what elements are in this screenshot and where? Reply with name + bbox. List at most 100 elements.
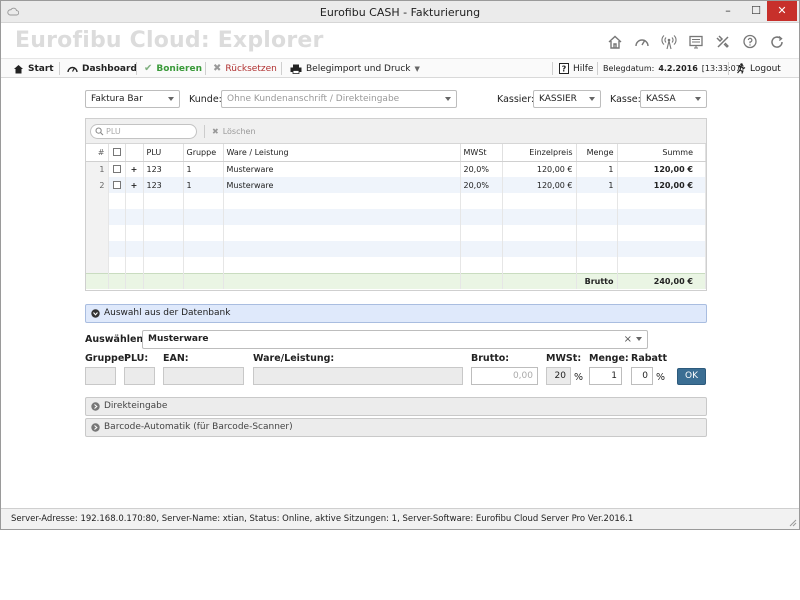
app-window: Eurofibu CASH - Fakturierung – ☐ ✕ Eurof…: [0, 0, 800, 530]
cell-plu[interactable]: 123: [143, 161, 184, 177]
help-bubble-icon[interactable]: [740, 32, 760, 52]
empty-row: [86, 193, 706, 209]
toolbar-divider: [728, 62, 729, 75]
loeschen-button[interactable]: ✖ Löschen: [212, 127, 256, 136]
cell-ware[interactable]: Musterware: [223, 161, 461, 177]
col-number: #: [86, 144, 109, 162]
tools-icon[interactable]: [713, 32, 733, 52]
plu-search-placeholder: PLU: [106, 127, 121, 136]
clear-x-icon[interactable]: ×: [624, 332, 632, 348]
gruppe-field: [85, 367, 116, 385]
row-checkbox-cell[interactable]: [108, 177, 126, 193]
cell-plu[interactable]: 123: [143, 177, 184, 193]
cell-summe: 120,00 €: [617, 161, 706, 177]
cell-ware[interactable]: Musterware: [223, 177, 461, 193]
col-ware[interactable]: Ware / Leistung: [223, 144, 461, 162]
empty-row: [86, 241, 706, 257]
brutto-label: Brutto: [576, 272, 618, 289]
maximize-button[interactable]: ☐: [743, 1, 769, 21]
ruecksetzen-button[interactable]: ✖ Rücksetzen: [213, 59, 277, 78]
ware-label: Ware/Leistung:: [253, 353, 335, 364]
row-checkbox-cell[interactable]: [108, 161, 126, 177]
monitor-icon[interactable]: [686, 32, 706, 52]
table-row[interactable]: 1 + 123 1 Musterware 20,0% 120,00 € 1 12…: [86, 161, 706, 177]
app-header: Eurofibu Cloud: Explorer: [1, 24, 799, 58]
chevron-down-icon: ▼: [414, 64, 420, 73]
bonieren-label: Bonieren: [156, 63, 202, 74]
col-expand: [125, 144, 144, 162]
belegimport-dropdown[interactable]: Belegimport und Druck ▼: [290, 59, 420, 78]
col-select-all[interactable]: [108, 144, 126, 162]
expand-circle-icon: [91, 423, 100, 432]
cell-mwst[interactable]: 20,0%: [460, 177, 503, 193]
kassier-label: Kassier:: [497, 94, 535, 105]
plu-search-input[interactable]: PLU: [90, 124, 197, 139]
cross-icon: ✖: [213, 63, 222, 74]
resize-grip-icon[interactable]: [787, 517, 797, 527]
menge-input[interactable]: 1: [589, 367, 622, 385]
kasse-select[interactable]: KASSA: [640, 90, 707, 108]
minimize-button[interactable]: –: [715, 1, 741, 21]
checkbox[interactable]: [112, 165, 121, 174]
cell-gruppe[interactable]: 1: [183, 161, 224, 177]
hilfe-button[interactable]: ? Hilfe: [559, 59, 593, 78]
home-icon[interactable]: [605, 32, 625, 52]
col-einzelpreis[interactable]: Einzelpreis: [502, 144, 577, 162]
ok-button[interactable]: OK: [677, 368, 706, 385]
barcode-panel-header[interactable]: Barcode-Automatik (für Barcode-Scanner): [85, 418, 707, 437]
mwst-field: 20: [546, 367, 571, 385]
chevron-down-icon: [445, 97, 451, 101]
broadcast-icon[interactable]: [659, 32, 679, 52]
col-summe[interactable]: Summe: [617, 144, 706, 162]
direkteingabe-panel-header[interactable]: Direkteingabe: [85, 397, 707, 416]
cell-gruppe[interactable]: 1: [183, 177, 224, 193]
toolbar-divider: [136, 62, 137, 75]
auswaehlen-label: Auswählen:: [85, 334, 147, 345]
kunde-label: Kunde:: [189, 94, 222, 105]
close-button[interactable]: ✕: [767, 1, 797, 21]
mwst-percent: %: [574, 372, 584, 383]
col-menge[interactable]: Menge: [576, 144, 618, 162]
belegdatum-date: 4.2.2016: [658, 64, 698, 73]
chevron-down-icon: [695, 97, 701, 101]
auswaehlen-value: Musterware: [148, 334, 209, 344]
chevron-down-icon: [636, 337, 642, 341]
status-text: Server-Adresse: 192.168.0.170:80, Server…: [11, 514, 634, 524]
plu-field: [124, 367, 155, 385]
start-button[interactable]: Start: [13, 59, 54, 78]
kassier-select[interactable]: KASSIER: [533, 90, 601, 108]
rabatt-input[interactable]: 0: [631, 367, 653, 385]
rabatt-label: Rabatt: [631, 353, 668, 364]
dashboard-button[interactable]: Dashboard: [67, 59, 137, 78]
gauge-icon[interactable]: [632, 32, 652, 52]
refresh-icon[interactable]: [767, 32, 787, 52]
invoice-grid: PLU ✖ Löschen # PLU Gruppe Ware / Leistu…: [85, 118, 707, 291]
row-expand[interactable]: +: [125, 161, 144, 177]
kunde-select[interactable]: Ohne Kundenanschrift / Direkteingabe: [221, 90, 457, 108]
ean-label: EAN:: [163, 353, 189, 364]
checkbox[interactable]: [112, 181, 121, 189]
col-gruppe[interactable]: Gruppe: [183, 144, 224, 162]
help-icon: ?: [559, 63, 569, 74]
printer-icon: [290, 64, 302, 74]
cell-menge[interactable]: 1: [576, 161, 618, 177]
chevron-down-icon: [589, 97, 595, 101]
col-plu[interactable]: PLU: [143, 144, 184, 162]
cell-einzelpreis[interactable]: 120,00 €: [502, 161, 577, 177]
table-row[interactable]: 2 + 123 1 Musterware 20,0% 120,00 € 1 12…: [86, 177, 706, 193]
auswaehlen-select[interactable]: Musterware ×: [142, 330, 648, 349]
row-expand[interactable]: +: [125, 177, 144, 193]
empty-row: [86, 257, 706, 273]
toolbar-divider: [597, 62, 598, 75]
col-mwst[interactable]: MWSt: [460, 144, 503, 162]
cell-menge[interactable]: 1: [576, 177, 618, 193]
bonieren-button[interactable]: ✔ Bonieren: [144, 59, 202, 78]
checkbox[interactable]: [112, 148, 121, 157]
cell-mwst[interactable]: 20,0%: [460, 161, 503, 177]
check-icon: ✔: [144, 63, 153, 74]
logout-button[interactable]: Logout: [735, 59, 781, 78]
cell-einzelpreis[interactable]: 120,00 €: [502, 177, 577, 193]
auswahl-panel-header[interactable]: Auswahl aus der Datenbank: [85, 304, 707, 323]
document-type-select[interactable]: Faktura Bar: [85, 90, 180, 108]
brutto-input[interactable]: 0,00: [471, 367, 538, 385]
